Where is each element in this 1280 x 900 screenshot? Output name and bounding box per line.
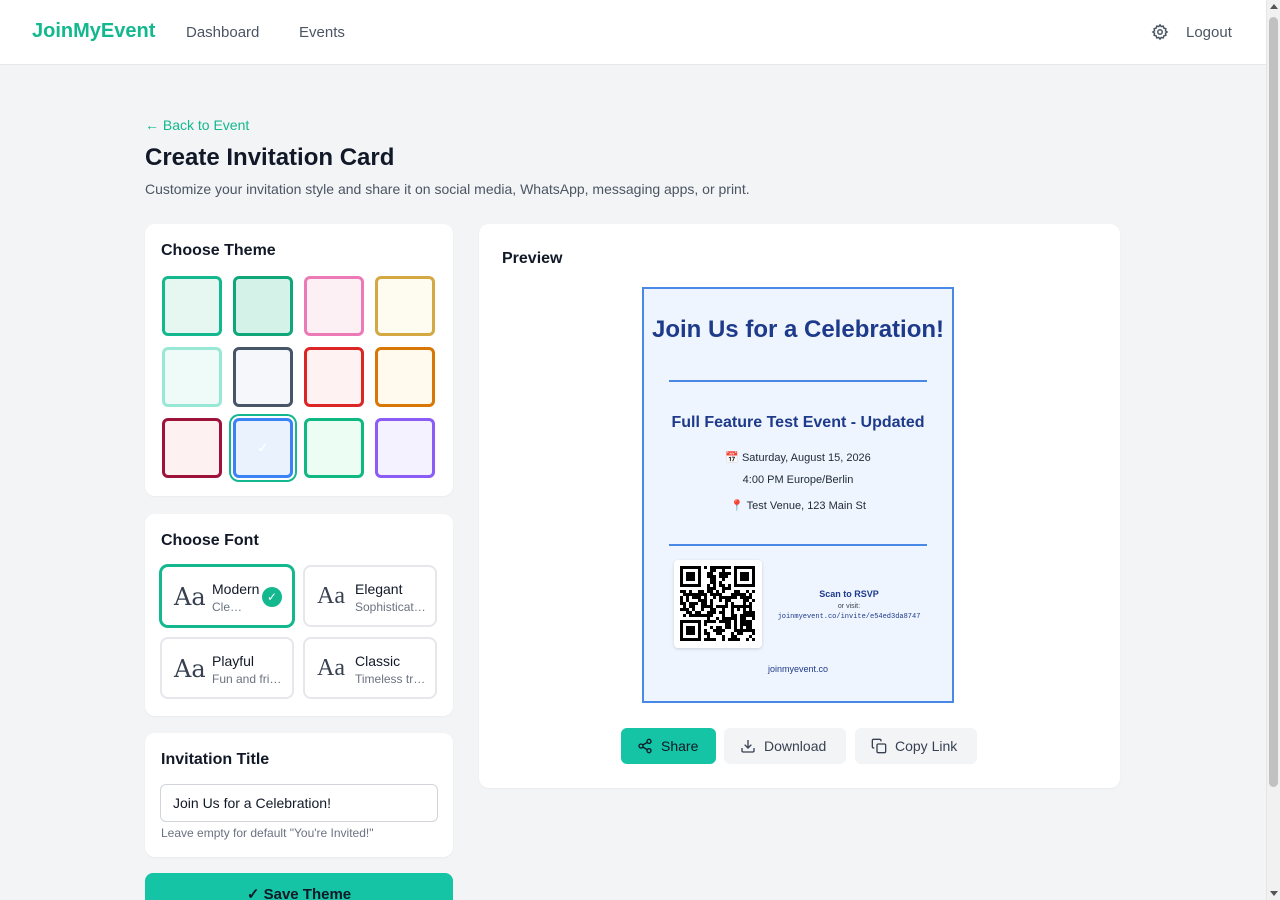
font-panel: Choose Font Aa Modern Clean and modern ✓ Aa E… bbox=[145, 514, 453, 716]
font-description: Sophisticated serif bbox=[355, 600, 427, 614]
font-option-playful[interactable]: Aa Playful Fun and friendly bbox=[160, 637, 294, 699]
qr-code bbox=[674, 560, 762, 648]
card-footer: joinmyevent.co bbox=[767, 664, 829, 674]
copy-icon bbox=[871, 738, 887, 754]
card-divider bbox=[669, 544, 927, 546]
theme-swatch[interactable]: ✓ bbox=[233, 418, 293, 478]
theme-swatch[interactable] bbox=[375, 418, 435, 478]
scroll-down-arrow-icon[interactable] bbox=[1270, 891, 1278, 896]
theme-swatch[interactable] bbox=[233, 347, 293, 407]
theme-swatch[interactable] bbox=[162, 276, 222, 336]
invitation-title-panel: Invitation Title Leave empty for default… bbox=[145, 733, 453, 857]
back-to-event-link[interactable]: ← Back to Event bbox=[145, 117, 249, 133]
or-visit-label: or visit: bbox=[837, 603, 861, 610]
font-option-classic[interactable]: Aa Classic Timeless traditional bbox=[303, 637, 437, 699]
gear-icon[interactable] bbox=[1151, 23, 1169, 41]
scrollbar[interactable] bbox=[1266, 0, 1280, 900]
share-icon bbox=[638, 738, 652, 754]
font-name: Elegant bbox=[355, 581, 403, 597]
invite-url: joinmyevent.co/invite/e54ed3da8747 bbox=[777, 613, 921, 621]
download-button[interactable]: Download bbox=[724, 728, 846, 764]
card-divider bbox=[669, 380, 927, 382]
theme-swatch[interactable] bbox=[304, 418, 364, 478]
invitation-title-input[interactable] bbox=[160, 784, 438, 822]
save-theme-button[interactable]: ✓ Save Theme bbox=[145, 873, 453, 900]
font-option-modern[interactable]: Aa Modern Clean and modern ✓ bbox=[160, 565, 294, 627]
download-icon bbox=[741, 740, 755, 753]
card-event-name: Full Feature Test Event - Updated bbox=[671, 414, 925, 431]
preview-title: Preview bbox=[502, 250, 563, 267]
check-icon: ✓ bbox=[262, 587, 282, 607]
theme-swatch[interactable] bbox=[304, 276, 364, 336]
invitation-title-help: Leave empty for default "You're Invited!… bbox=[161, 826, 374, 840]
invitation-title-label: Invitation Title bbox=[161, 751, 270, 768]
copy-link-label: Copy Link bbox=[895, 738, 958, 754]
font-sample: Aa bbox=[317, 583, 345, 609]
card-time: 4:00 PM Europe/Berlin bbox=[742, 474, 854, 486]
theme-swatch[interactable] bbox=[162, 418, 222, 478]
share-label: Share bbox=[661, 738, 699, 754]
invitation-card-preview: Join Us for a Celebration! Full Feature … bbox=[642, 287, 954, 703]
font-sample: Aa bbox=[174, 583, 206, 611]
theme-swatch[interactable] bbox=[162, 347, 222, 407]
download-label: Download bbox=[764, 738, 827, 754]
font-option-elegant[interactable]: Aa Elegant Sophisticated serif bbox=[303, 565, 437, 627]
font-name: Classic bbox=[355, 653, 401, 669]
theme-panel-title: Choose Theme bbox=[161, 242, 276, 259]
card-title: Join Us for a Celebration! bbox=[651, 316, 945, 343]
logout-link[interactable]: Logout bbox=[1186, 24, 1232, 41]
font-sample: Aa bbox=[317, 655, 345, 681]
font-description: Fun and friendly bbox=[212, 672, 284, 686]
theme-panel: Choose Theme ✓ bbox=[145, 224, 453, 496]
font-description: Timeless traditional bbox=[355, 672, 427, 686]
save-theme-label: Save Theme bbox=[263, 886, 352, 900]
page-subtitle: Customize your invitation style and shar… bbox=[145, 181, 750, 197]
theme-swatch[interactable] bbox=[233, 276, 293, 336]
check-icon: ✓ bbox=[257, 439, 269, 456]
scroll-up-arrow-icon[interactable] bbox=[1270, 4, 1278, 9]
card-date: 📅 Saturday, August 15, 2026 bbox=[725, 452, 871, 464]
preview-panel: Preview Join Us for a Celebration! Full … bbox=[479, 224, 1120, 788]
check-icon: ✓ bbox=[246, 886, 260, 900]
top-nav: JoinMyEvent Dashboard Events Logout bbox=[0, 0, 1266, 65]
font-description: Clean and modern bbox=[212, 600, 248, 614]
copy-link-button[interactable]: Copy Link bbox=[855, 728, 977, 764]
font-panel-title: Choose Font bbox=[161, 532, 259, 549]
font-name: Modern bbox=[212, 581, 260, 597]
theme-swatch[interactable] bbox=[304, 347, 364, 407]
theme-swatch[interactable] bbox=[375, 276, 435, 336]
nav-dashboard[interactable]: Dashboard bbox=[186, 24, 259, 41]
font-sample: Aa bbox=[174, 655, 206, 683]
scroll-thumb[interactable] bbox=[1269, 17, 1278, 787]
theme-swatch[interactable] bbox=[375, 347, 435, 407]
font-name: Playful bbox=[212, 653, 255, 669]
brand-logo[interactable]: JoinMyEvent bbox=[32, 20, 155, 43]
share-button[interactable]: Share bbox=[621, 728, 716, 764]
nav-events[interactable]: Events bbox=[299, 24, 345, 41]
page-title: Create Invitation Card bbox=[145, 144, 395, 171]
card-venue: 📍 Test Venue, 123 Main St bbox=[730, 500, 866, 512]
scan-to-rsvp: Scan to RSVP bbox=[819, 589, 879, 599]
